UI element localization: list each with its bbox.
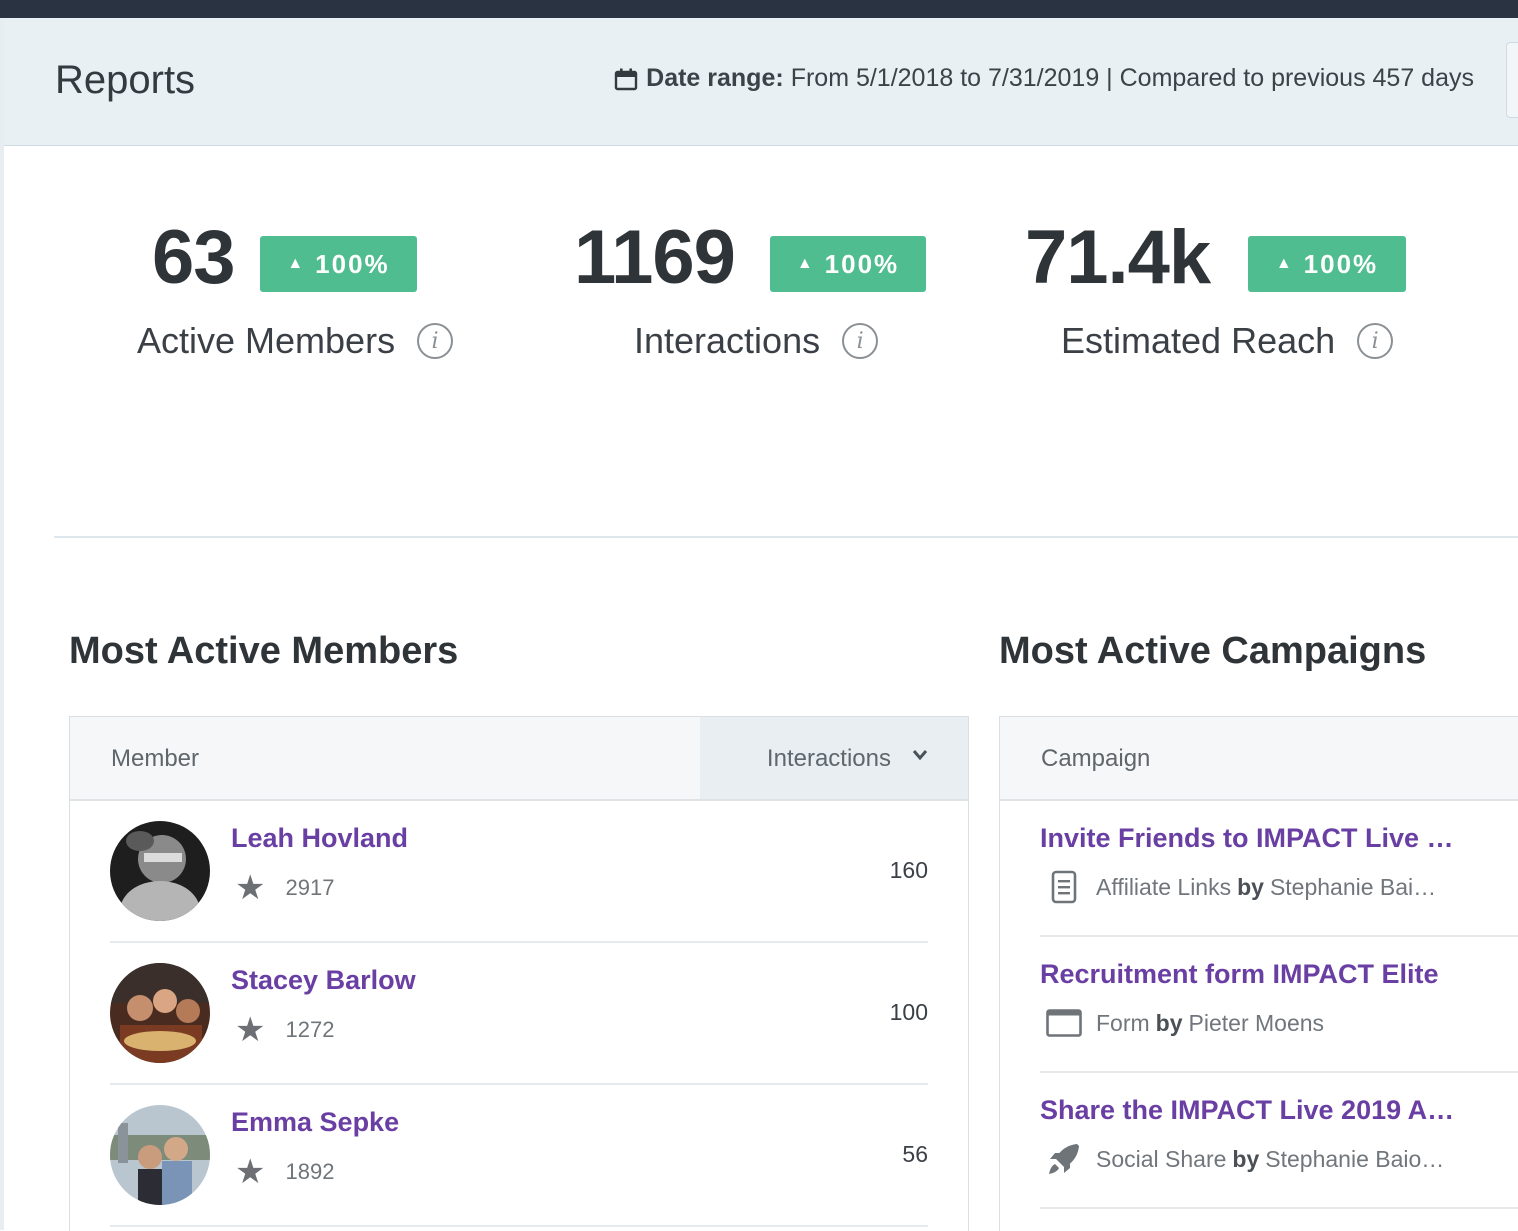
list-item: Invite Friends to IMPACT Live … Affiliat…	[1040, 801, 1518, 937]
change-badge: ▲ 100%	[770, 236, 926, 292]
campaign-author: Stephanie Baio…	[1265, 1145, 1445, 1172]
form-window-icon	[1046, 1005, 1082, 1041]
info-icon[interactable]: i	[1357, 323, 1394, 359]
member-name-link[interactable]: Leah Hovland	[231, 823, 408, 854]
avatar[interactable]	[110, 963, 210, 1063]
campaign-name-link[interactable]: Share the IMPACT Live 2019 A…	[1040, 1095, 1454, 1126]
stat-label: Active Members i	[137, 320, 454, 362]
change-value: 100%	[824, 248, 900, 279]
list-item: Recruitment form IMPACT Elite Form by Pi…	[1040, 937, 1518, 1073]
avatar[interactable]	[110, 821, 210, 921]
column-header-interactions[interactable]: Interactions	[700, 717, 968, 799]
member-interactions-count: 160	[889, 857, 928, 883]
document-icon	[1046, 869, 1082, 905]
campaign-name-link[interactable]: Recruitment form IMPACT Elite	[1040, 959, 1439, 990]
member-score: ★ 1272	[235, 1013, 334, 1047]
date-range-label: Date range:	[646, 64, 784, 92]
campaigns-section-title: Most Active Campaigns	[999, 630, 1427, 672]
table-row: Leah Hovland ★ 2917 160	[110, 801, 928, 943]
campaigns-table-header: Campaign	[1000, 717, 1518, 801]
campaign-type: Form	[1096, 1009, 1150, 1036]
header-action-button[interactable]	[1506, 42, 1518, 118]
column-header-interactions-label: Interactions	[766, 745, 891, 772]
up-arrow-icon: ▲	[796, 255, 813, 272]
by-label: by	[1237, 873, 1264, 900]
chevron-down-icon	[912, 748, 928, 766]
page-title: Reports	[55, 58, 196, 102]
member-interactions-count: 100	[889, 999, 928, 1025]
star-icon: ★	[235, 1011, 266, 1049]
column-header-member[interactable]: Member	[111, 745, 199, 773]
members-table-header: Member Interactions	[70, 717, 968, 801]
info-icon[interactable]: i	[842, 323, 879, 359]
stat-label-text: Estimated Reach	[1061, 320, 1336, 361]
up-arrow-icon: ▲	[1275, 255, 1292, 272]
section-divider	[54, 536, 1518, 538]
member-score: ★ 2917	[235, 871, 334, 905]
list-item: Share the IMPACT Live 2019 A… Social Sha…	[1040, 1073, 1518, 1209]
member-interactions-count: 56	[902, 1141, 928, 1167]
stat-value: 63	[152, 215, 236, 300]
campaign-meta: Form by Pieter Moens	[1046, 1005, 1324, 1041]
star-icon: ★	[235, 1153, 266, 1191]
member-score-value: 2917	[285, 875, 335, 900]
stat-value: 71.4k	[1025, 215, 1211, 300]
campaigns-table: Campaign Invite Friends to IMPACT Live ……	[999, 716, 1518, 1231]
member-score-value: 1892	[285, 1159, 335, 1184]
rocket-icon	[1046, 1141, 1082, 1177]
stat-label-text: Active Members	[137, 320, 396, 361]
by-label: by	[1232, 1145, 1260, 1172]
campaign-type: Social Share	[1096, 1145, 1227, 1172]
change-value: 100%	[1303, 248, 1379, 279]
table-row: Stacey Barlow ★ 1272 100	[110, 943, 928, 1085]
stat-label: Interactions i	[634, 320, 879, 362]
date-range-value: From 5/1/2018 to 7/31/2019 | Compared to…	[790, 64, 1474, 92]
campaign-author: Pieter Moens	[1188, 1009, 1325, 1036]
reports-header: Reports Date range: From 5/1/2018 to 7/3…	[4, 18, 1518, 146]
stat-value: 1169	[574, 215, 736, 300]
members-section-title: Most Active Members	[69, 630, 459, 672]
column-header-campaign[interactable]: Campaign	[1041, 745, 1150, 773]
member-name-link[interactable]: Stacey Barlow	[231, 965, 416, 996]
change-badge: ▲ 100%	[1248, 236, 1406, 292]
table-row: Emma Sepke ★ 1892 56	[110, 1085, 928, 1227]
stat-label-text: Interactions	[634, 320, 821, 361]
members-table: Member Interactions Leah Hovland ★ 2917 …	[69, 716, 969, 1231]
calendar-icon	[614, 67, 638, 91]
date-range-selector[interactable]: Date range: From 5/1/2018 to 7/31/2019 |…	[614, 64, 1474, 93]
campaign-meta: Social Share by Stephanie Baio…	[1046, 1141, 1444, 1177]
campaign-author: Stephanie Bai…	[1269, 873, 1437, 900]
left-sidebar-edge	[0, 18, 4, 1230]
change-value: 100%	[315, 248, 390, 279]
member-score-value: 1272	[285, 1017, 335, 1042]
campaign-type: Affiliate Links	[1096, 873, 1232, 900]
by-label: by	[1155, 1009, 1183, 1036]
stat-label: Estimated Reach i	[1061, 320, 1394, 362]
campaign-meta: Affiliate Links by Stephanie Bai…	[1046, 869, 1436, 905]
star-icon: ★	[235, 869, 266, 907]
member-name-link[interactable]: Emma Sepke	[231, 1107, 399, 1138]
avatar[interactable]	[110, 1105, 210, 1205]
info-icon[interactable]: i	[417, 323, 454, 359]
top-nav-bar	[0, 0, 1518, 18]
change-badge: ▲ 100%	[260, 236, 417, 292]
up-arrow-icon: ▲	[287, 255, 304, 272]
member-score: ★ 1892	[235, 1155, 334, 1189]
campaign-name-link[interactable]: Invite Friends to IMPACT Live …	[1040, 823, 1454, 854]
